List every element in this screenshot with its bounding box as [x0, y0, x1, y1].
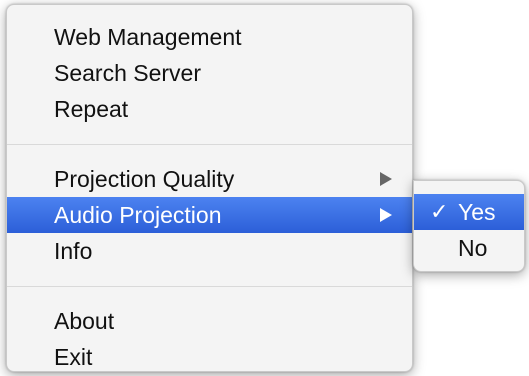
menu-separator [7, 286, 412, 287]
screen: Web Management Search Server Repeat Proj… [0, 0, 529, 376]
menu-item-web-management[interactable]: Web Management [7, 19, 412, 55]
menu-item-projection-quality[interactable]: Projection Quality [7, 161, 412, 197]
menu-item-label: About [54, 308, 115, 334]
audio-projection-submenu: ✓ Yes No [413, 180, 525, 272]
menu-item-label: Projection Quality [54, 166, 235, 192]
menu-item-search-server[interactable]: Search Server [7, 55, 412, 91]
menu-item-info[interactable]: Info [7, 233, 412, 269]
menu-item-about[interactable]: About [7, 303, 412, 339]
chevron-right-icon [380, 172, 392, 186]
menu-item-audio-projection[interactable]: Audio Projection [7, 197, 412, 233]
menu-item-label: Info [54, 238, 93, 264]
submenu-item-label: No [458, 235, 488, 261]
submenu-item-no[interactable]: No [414, 230, 524, 266]
submenu-item-label: Yes [458, 199, 496, 225]
context-menu: Web Management Search Server Repeat Proj… [6, 4, 413, 372]
menu-item-repeat[interactable]: Repeat [7, 91, 412, 127]
submenu-item-yes[interactable]: ✓ Yes [414, 194, 524, 230]
chevron-right-icon [380, 208, 392, 222]
menu-item-label: Search Server [54, 60, 202, 86]
menu-item-label: Repeat [54, 96, 129, 122]
menu-item-label: Exit [54, 344, 93, 370]
checkmark-icon: ✓ [430, 199, 449, 224]
menu-separator [7, 144, 412, 145]
menu-item-label: Web Management [54, 24, 242, 50]
menu-item-label: Audio Projection [54, 202, 222, 228]
menu-item-exit[interactable]: Exit [7, 339, 412, 375]
